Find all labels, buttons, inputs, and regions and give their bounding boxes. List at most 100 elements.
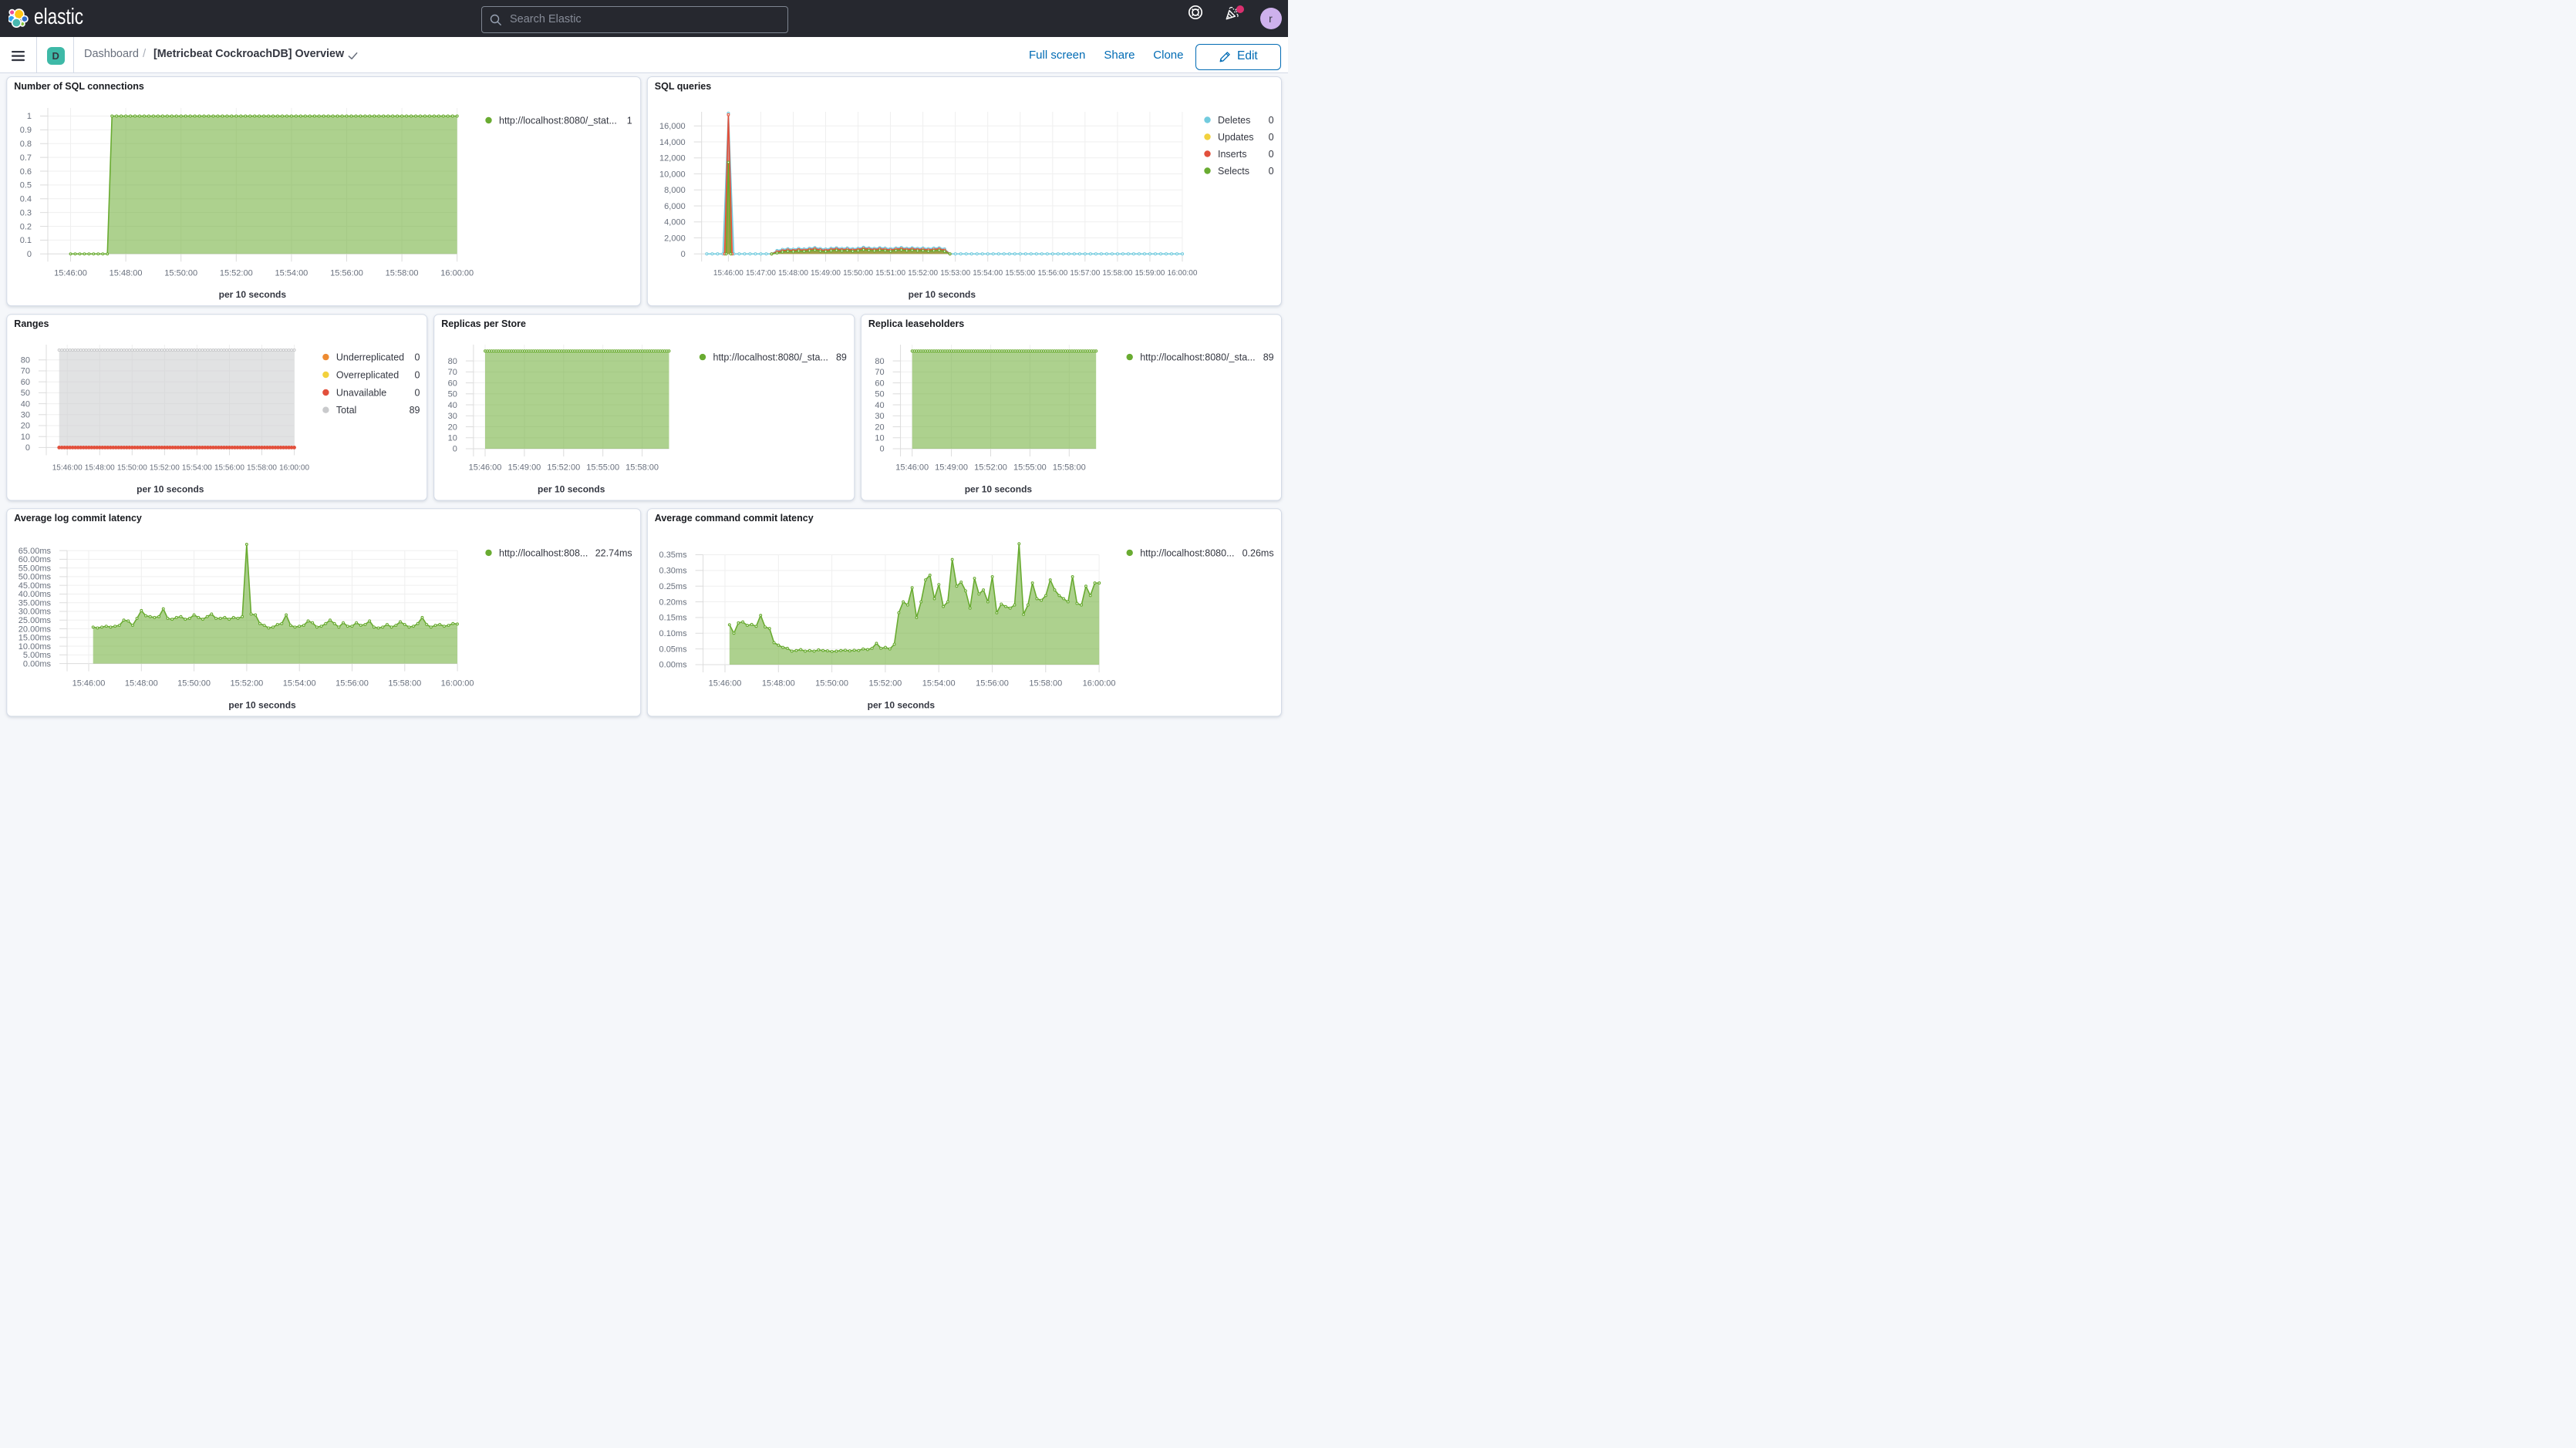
svg-text:15:57:00: 15:57:00 xyxy=(1070,269,1100,278)
svg-text:15:54:00: 15:54:00 xyxy=(922,679,956,689)
svg-text:15:46:00: 15:46:00 xyxy=(72,679,106,689)
svg-text:15:56:00: 15:56:00 xyxy=(214,463,244,472)
svg-text:15:46:00: 15:46:00 xyxy=(713,269,743,278)
svg-text:15:58:00: 15:58:00 xyxy=(1053,463,1086,473)
svg-text:0: 0 xyxy=(415,370,420,381)
svg-text:80: 80 xyxy=(21,356,30,365)
svg-text:4,000: 4,000 xyxy=(664,218,686,227)
svg-text:15:46:00: 15:46:00 xyxy=(709,679,742,689)
svg-text:15:54:00: 15:54:00 xyxy=(182,463,212,472)
svg-text:per 10 seconds: per 10 seconds xyxy=(868,700,936,711)
svg-text:70: 70 xyxy=(875,368,884,377)
svg-text:0: 0 xyxy=(1269,166,1274,177)
svg-text:Deletes: Deletes xyxy=(1218,115,1250,126)
svg-text:15:59:00: 15:59:00 xyxy=(1135,269,1165,278)
svg-text:15:52:00: 15:52:00 xyxy=(150,463,180,472)
svg-text:0.00ms: 0.00ms xyxy=(659,661,688,670)
svg-text:15:49:00: 15:49:00 xyxy=(507,463,541,473)
svg-text:15:52:00: 15:52:00 xyxy=(230,679,263,689)
svg-text:22.74ms: 22.74ms xyxy=(595,547,632,558)
svg-text:15:56:00: 15:56:00 xyxy=(976,679,1009,689)
svg-text:15:53:00: 15:53:00 xyxy=(940,269,970,278)
svg-text:60: 60 xyxy=(448,379,457,388)
svg-text:55.00ms: 55.00ms xyxy=(19,564,52,573)
svg-text:45.00ms: 45.00ms xyxy=(19,581,52,591)
svg-text:SQL queries: SQL queries xyxy=(655,81,711,92)
svg-text:0.4: 0.4 xyxy=(20,195,32,204)
svg-text:0.3: 0.3 xyxy=(20,208,32,217)
svg-text:15:55:00: 15:55:00 xyxy=(586,463,619,473)
svg-text:50: 50 xyxy=(21,389,30,398)
svg-text:http://localhost:8080/_sta...: http://localhost:8080/_sta... xyxy=(1140,352,1255,363)
svg-text:15:58:00: 15:58:00 xyxy=(388,679,421,689)
svg-text:0: 0 xyxy=(681,250,686,259)
svg-text:15:58:00: 15:58:00 xyxy=(386,268,419,278)
svg-text:per 10 seconds: per 10 seconds xyxy=(228,700,296,711)
svg-text:15:48:00: 15:48:00 xyxy=(778,269,808,278)
svg-text:0.1: 0.1 xyxy=(20,236,32,245)
svg-text:15:50:00: 15:50:00 xyxy=(177,679,211,689)
svg-text:15:49:00: 15:49:00 xyxy=(935,463,968,473)
svg-text:10: 10 xyxy=(448,434,457,443)
svg-text:0.15ms: 0.15ms xyxy=(659,614,688,623)
svg-text:Total: Total xyxy=(336,405,356,416)
svg-text:Selects: Selects xyxy=(1218,166,1249,177)
svg-text:http://localhost:8080...: http://localhost:8080... xyxy=(1140,547,1234,558)
svg-text:per 10 seconds: per 10 seconds xyxy=(538,484,605,495)
svg-text:15:58:00: 15:58:00 xyxy=(1029,679,1062,689)
svg-text:15:56:00: 15:56:00 xyxy=(335,679,369,689)
svg-text:15:52:00: 15:52:00 xyxy=(908,269,938,278)
svg-text:Average log commit latency: Average log commit latency xyxy=(14,513,142,524)
svg-text:89: 89 xyxy=(410,405,420,416)
svg-text:5.00ms: 5.00ms xyxy=(23,651,52,660)
svg-text:15:50:00: 15:50:00 xyxy=(164,268,197,278)
svg-text:30: 30 xyxy=(448,412,457,421)
svg-text:16:00:00: 16:00:00 xyxy=(1167,269,1197,278)
svg-text:0: 0 xyxy=(415,388,420,399)
svg-text:40: 40 xyxy=(875,401,884,410)
svg-text:0.26ms: 0.26ms xyxy=(1242,547,1274,558)
svg-text:15:47:00: 15:47:00 xyxy=(746,269,776,278)
svg-text:1: 1 xyxy=(627,116,632,126)
svg-text:30.00ms: 30.00ms xyxy=(19,608,52,617)
svg-text:15:55:00: 15:55:00 xyxy=(1013,463,1047,473)
svg-text:15:58:00: 15:58:00 xyxy=(1102,269,1132,278)
svg-text:0.25ms: 0.25ms xyxy=(659,582,688,591)
svg-text:Replicas per Store: Replicas per Store xyxy=(441,318,526,329)
svg-text:per 10 seconds: per 10 seconds xyxy=(137,484,204,495)
svg-text:80: 80 xyxy=(448,357,457,366)
svg-text:10,000: 10,000 xyxy=(659,170,686,179)
svg-text:40.00ms: 40.00ms xyxy=(19,590,52,599)
svg-text:Replica leaseholders: Replica leaseholders xyxy=(868,318,964,329)
svg-text:15:56:00: 15:56:00 xyxy=(330,268,363,278)
svg-text:50.00ms: 50.00ms xyxy=(19,573,52,582)
svg-text:60: 60 xyxy=(21,378,30,387)
svg-text:0.5: 0.5 xyxy=(20,181,32,190)
svg-text:6,000: 6,000 xyxy=(664,202,686,211)
svg-text:80: 80 xyxy=(875,357,884,366)
svg-text:20.00ms: 20.00ms xyxy=(19,625,52,634)
svg-text:16:00:00: 16:00:00 xyxy=(279,463,309,472)
svg-text:0: 0 xyxy=(25,443,30,453)
svg-text:1: 1 xyxy=(27,112,32,121)
svg-text:10.00ms: 10.00ms xyxy=(19,642,52,652)
svg-text:0.10ms: 0.10ms xyxy=(659,629,688,638)
svg-text:60: 60 xyxy=(875,379,884,388)
svg-text:65.00ms: 65.00ms xyxy=(19,547,52,556)
svg-text:15:49:00: 15:49:00 xyxy=(811,269,841,278)
svg-text:0.00ms: 0.00ms xyxy=(23,659,52,668)
svg-text:15:52:00: 15:52:00 xyxy=(868,679,902,689)
svg-text:70: 70 xyxy=(448,368,457,377)
svg-text:15:46:00: 15:46:00 xyxy=(895,463,929,473)
svg-text:per 10 seconds: per 10 seconds xyxy=(219,289,287,300)
svg-text:0.9: 0.9 xyxy=(20,126,32,135)
svg-text:0.6: 0.6 xyxy=(20,167,32,177)
svg-text:http://localhost:8080/_sta...: http://localhost:8080/_sta... xyxy=(713,352,828,363)
svg-text:0.8: 0.8 xyxy=(20,140,32,149)
svg-text:Overreplicated: Overreplicated xyxy=(336,370,399,381)
svg-text:16:00:00: 16:00:00 xyxy=(440,268,474,278)
svg-text:14,000: 14,000 xyxy=(659,138,686,147)
svg-text:0.7: 0.7 xyxy=(20,153,32,163)
svg-text:15:58:00: 15:58:00 xyxy=(625,463,659,473)
svg-text:Inserts: Inserts xyxy=(1218,149,1247,160)
